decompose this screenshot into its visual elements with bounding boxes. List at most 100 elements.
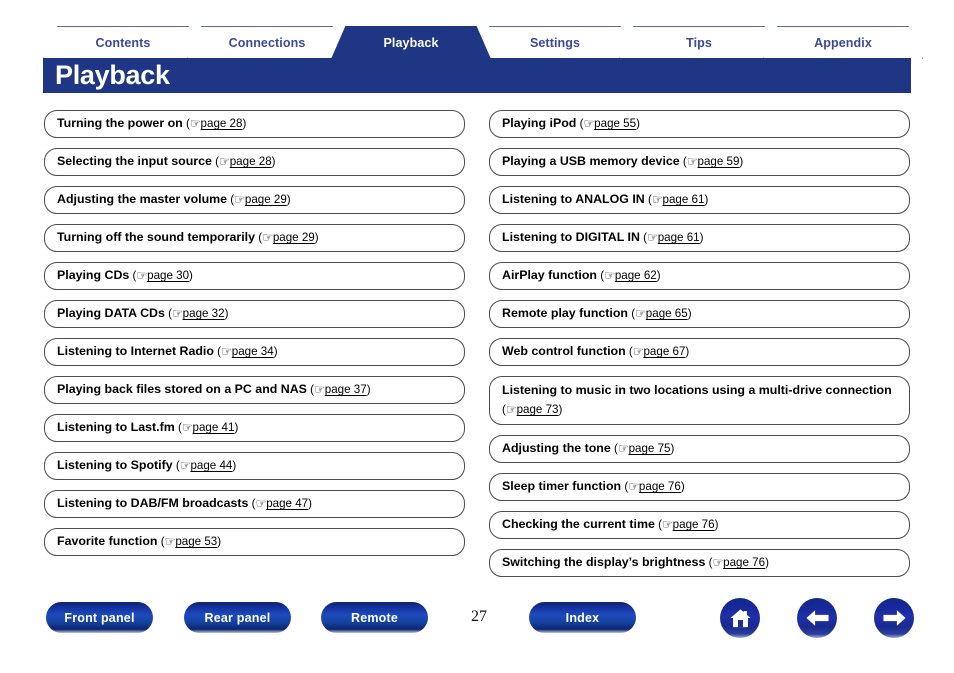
page-link-label[interactable]: page 59 bbox=[698, 155, 740, 168]
link-item-listening-to-internet-radio[interactable]: Listening to Internet Radio (☞page 34) bbox=[44, 338, 465, 366]
page-link-label[interactable]: page 29 bbox=[245, 193, 287, 206]
link-item-listening-to-spotify[interactable]: Listening to Spotify (☞page 44) bbox=[44, 452, 465, 480]
link-item-turning-off-the-sound-temporarily[interactable]: Turning off the sound temporarily (☞page… bbox=[44, 224, 465, 252]
pointing-hand-icon: ☞ bbox=[234, 192, 245, 207]
link-item-text: Listening to Internet Radio (☞page 34) bbox=[57, 342, 278, 361]
back-button[interactable] bbox=[797, 598, 837, 638]
page-reference[interactable]: (☞page 53) bbox=[158, 535, 221, 549]
page-link-label[interactable]: page 53 bbox=[175, 535, 217, 548]
page-reference[interactable]: (☞page 61) bbox=[640, 231, 703, 245]
page-link-label[interactable]: page 75 bbox=[629, 442, 671, 455]
link-item-listening-to-last-fm[interactable]: Listening to Last.fm (☞page 41) bbox=[44, 414, 465, 442]
link-item-title: Turning the power on bbox=[57, 116, 183, 130]
pointing-hand-icon: ☞ bbox=[635, 306, 646, 321]
page-reference[interactable]: (☞page 75) bbox=[611, 442, 674, 456]
page-reference[interactable]: (☞page 65) bbox=[628, 306, 691, 321]
page-link-label[interactable]: page 76 bbox=[639, 480, 681, 493]
tab-settings[interactable]: Settings bbox=[475, 26, 635, 59]
link-item-web-control-function[interactable]: Web control function (☞page 67) bbox=[489, 338, 910, 366]
tab-tips[interactable]: Tips bbox=[619, 26, 779, 59]
page-link-label[interactable]: page 76 bbox=[723, 556, 765, 569]
page-link-label[interactable]: page 44 bbox=[190, 459, 232, 472]
link-item-text: Playing a USB memory device (☞page 59) bbox=[502, 152, 743, 171]
page-link-label[interactable]: page 47 bbox=[266, 497, 308, 510]
pointing-hand-icon: ☞ bbox=[189, 116, 201, 131]
page-link-label[interactable]: page 65 bbox=[646, 307, 688, 320]
page-link-label[interactable]: page 37 bbox=[325, 383, 367, 396]
page-reference[interactable]: (☞page 28) bbox=[212, 154, 275, 169]
page-reference[interactable]: (☞page 76) bbox=[655, 518, 718, 532]
front-panel-button[interactable]: Front panel bbox=[46, 602, 153, 633]
page-link-label[interactable]: page 67 bbox=[643, 345, 685, 358]
link-item-switching-the-display-s-brightness[interactable]: Switching the display’s brightness (☞pag… bbox=[489, 549, 910, 577]
page-reference[interactable]: (☞page 29) bbox=[255, 231, 318, 245]
link-item-checking-the-current-time[interactable]: Checking the current time (☞page 76) bbox=[489, 511, 910, 539]
page-link-label[interactable]: page 28 bbox=[201, 117, 243, 130]
tab-playback[interactable]: Playback bbox=[331, 26, 491, 59]
link-item-selecting-the-input-source[interactable]: Selecting the input source (☞page 28) bbox=[44, 148, 465, 176]
page-reference[interactable]: (☞page 32) bbox=[165, 306, 228, 321]
link-item-title: Selecting the input source bbox=[57, 154, 212, 168]
page-link-label[interactable]: page 76 bbox=[673, 518, 715, 531]
page-link-label[interactable]: page 62 bbox=[615, 269, 657, 282]
front-panel-button-label: Front panel bbox=[64, 610, 135, 625]
page-link-label[interactable]: page 61 bbox=[663, 193, 705, 206]
link-item-favorite-function[interactable]: Favorite function (☞page 53) bbox=[44, 528, 465, 556]
forward-button[interactable] bbox=[874, 598, 914, 638]
page-reference[interactable]: (☞page 73) bbox=[502, 403, 562, 417]
home-button[interactable] bbox=[720, 598, 760, 638]
page-reference[interactable]: (☞page 55) bbox=[576, 117, 640, 131]
page-link-label[interactable]: page 41 bbox=[193, 421, 235, 434]
index-button[interactable]: Index bbox=[529, 602, 636, 633]
link-item-sleep-timer-function[interactable]: Sleep timer function (☞page 76) bbox=[489, 473, 910, 501]
link-item-listening-to-digital-in[interactable]: Listening to DIGITAL IN (☞page 61) bbox=[489, 224, 910, 252]
page-reference[interactable]: (☞page 47) bbox=[248, 496, 312, 511]
remote-button[interactable]: Remote bbox=[321, 602, 428, 633]
tab-connections[interactable]: Connections bbox=[187, 26, 347, 59]
page-reference[interactable]: (☞page 29) bbox=[227, 192, 290, 207]
pointing-hand-icon: ☞ bbox=[255, 496, 267, 511]
page-link-label[interactable]: page 30 bbox=[147, 269, 189, 282]
page-link-label[interactable]: page 73 bbox=[517, 403, 559, 416]
page-link-label[interactable]: page 34 bbox=[232, 345, 274, 358]
tab-contents[interactable]: Contents bbox=[43, 26, 203, 59]
page-reference[interactable]: (☞page 76) bbox=[705, 556, 769, 570]
page-link-label[interactable]: page 32 bbox=[183, 307, 225, 320]
page-reference[interactable]: (☞page 76) bbox=[621, 480, 684, 494]
link-item-playing-a-usb-memory-device[interactable]: Playing a USB memory device (☞page 59) bbox=[489, 148, 910, 176]
page-link-label[interactable]: page 28 bbox=[230, 155, 272, 168]
link-item-adjusting-the-master-volume[interactable]: Adjusting the master volume (☞page 29) bbox=[44, 186, 465, 214]
page-reference[interactable]: (☞page 34) bbox=[214, 345, 277, 359]
link-item-listening-to-analog-in[interactable]: Listening to ANALOG IN (☞page 61) bbox=[489, 186, 910, 214]
page-reference[interactable]: (☞page 67) bbox=[626, 345, 689, 359]
pointing-hand-icon: ☞ bbox=[171, 306, 183, 321]
link-item-title: AirPlay function bbox=[502, 268, 598, 282]
page-reference[interactable]: (☞page 44) bbox=[173, 459, 236, 473]
rear-panel-button[interactable]: Rear panel bbox=[184, 602, 291, 633]
link-item-playing-ipod[interactable]: Playing iPod (☞page 55) bbox=[489, 110, 910, 138]
arrow-left-icon bbox=[805, 609, 830, 627]
link-item-text: Checking the current time (☞page 76) bbox=[502, 515, 718, 534]
page-link-label[interactable]: page 29 bbox=[273, 231, 315, 244]
link-item-adjusting-the-tone[interactable]: Adjusting the tone (☞page 75) bbox=[489, 435, 910, 463]
page-reference[interactable]: (☞page 59) bbox=[680, 155, 743, 169]
link-item-remote-play-function[interactable]: Remote play function (☞page 65) bbox=[489, 300, 910, 328]
page-link-label[interactable]: page 55 bbox=[594, 117, 636, 130]
page-link-label[interactable]: page 61 bbox=[658, 231, 700, 244]
tab-appendix[interactable]: Appendix bbox=[763, 26, 923, 59]
page-reference[interactable]: (☞page 62) bbox=[597, 269, 660, 283]
page-reference[interactable]: (☞page 61) bbox=[645, 193, 708, 207]
page-reference[interactable]: (☞page 41) bbox=[175, 421, 238, 435]
page-reference[interactable]: (☞page 28) bbox=[183, 116, 246, 131]
link-item-playing-data-cds[interactable]: Playing DATA CDs (☞page 32) bbox=[44, 300, 465, 328]
link-item-airplay-function[interactable]: AirPlay function (☞page 62) bbox=[489, 262, 910, 290]
link-item-listening-to-dab-fm-broadcasts[interactable]: Listening to DAB/FM broadcasts (☞page 47… bbox=[44, 490, 465, 518]
pointing-hand-icon: ☞ bbox=[219, 154, 230, 169]
link-item-listening-to-music-in-two-locations-usin[interactable]: Listening to music in two locations usin… bbox=[489, 376, 910, 425]
rear-panel-button-label: Rear panel bbox=[204, 610, 271, 625]
link-item-turning-the-power-on[interactable]: Turning the power on (☞page 28) bbox=[44, 110, 465, 138]
page-reference[interactable]: (☞page 30) bbox=[129, 269, 193, 283]
link-item-playing-back-files-stored-on-a-pc-and-na[interactable]: Playing back files stored on a PC and NA… bbox=[44, 376, 465, 404]
link-item-playing-cds[interactable]: Playing CDs (☞page 30) bbox=[44, 262, 465, 290]
page-reference[interactable]: (☞page 37) bbox=[307, 383, 370, 397]
